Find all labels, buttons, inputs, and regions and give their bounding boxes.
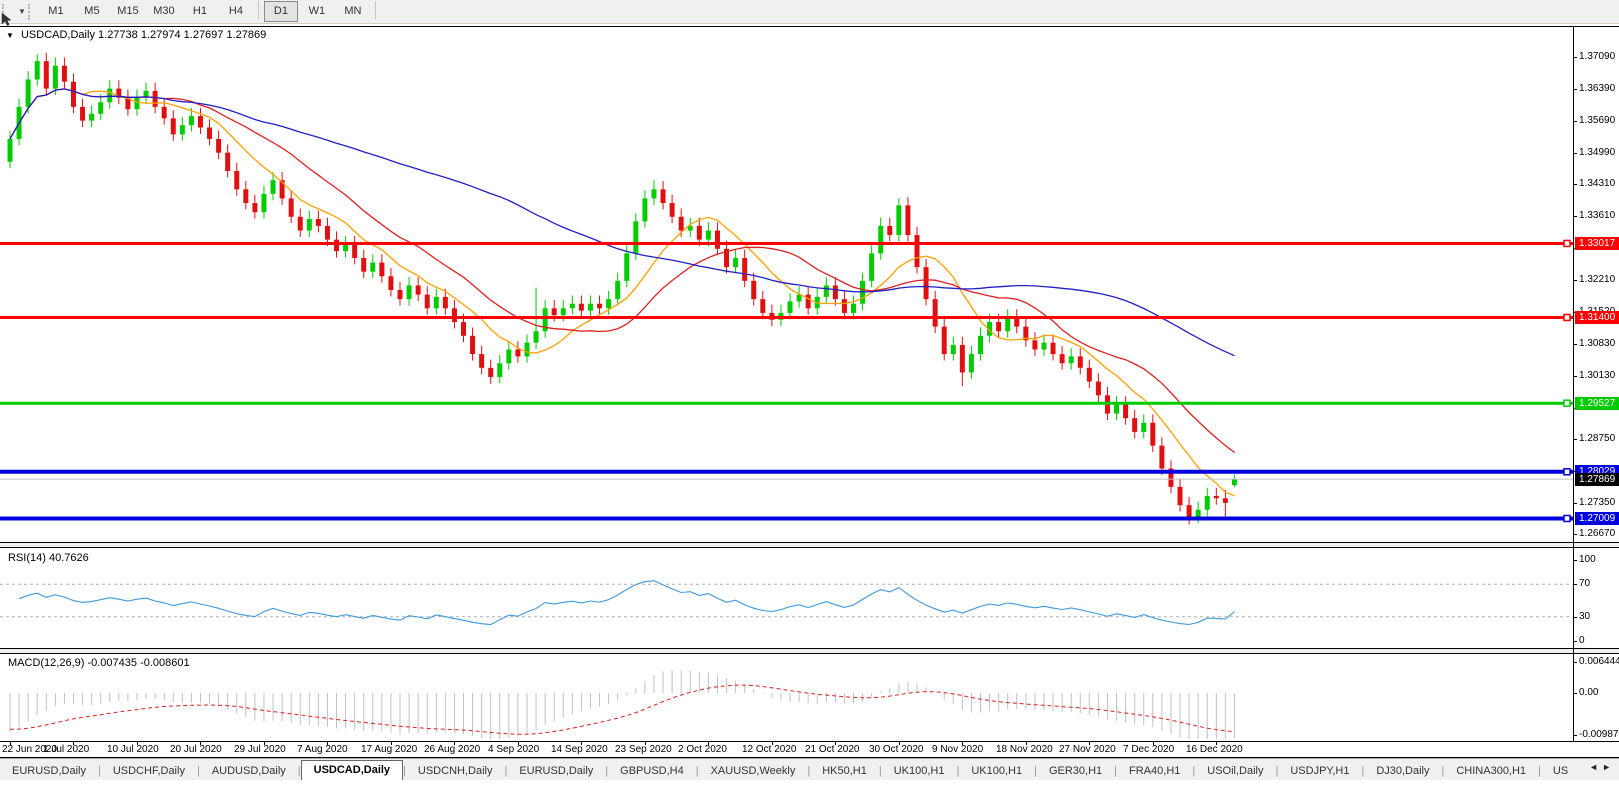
price-tick-label: 1.34310 [1579,178,1615,189]
date-tick-label: 18 Nov 2020 [996,744,1053,755]
chart-ohlc-values: 1.27738 1.27974 1.27697 1.27869 [98,29,266,41]
chart-tab-uk100-h1[interactable]: UK100,H1 [882,762,957,780]
date-tick-label: 26 Aug 2020 [424,744,480,755]
macd-tick-label: -0.00987 [1579,729,1618,740]
chart-tab-eurusd-daily[interactable]: EURUSD,Daily [0,762,98,780]
chart-tab-dj30-daily[interactable]: DJ30,Daily [1364,762,1441,780]
chart-tab-china300-h1[interactable]: CHINA300,H1 [1444,762,1538,780]
chart-tab-usoil-daily[interactable]: USOil,Daily [1195,762,1275,780]
date-tick-label: 21 Oct 2020 [805,744,859,755]
price-tick-label: 1.37090 [1579,51,1615,62]
toolbar-grip[interactable] [28,4,34,20]
macd-chart-canvas[interactable] [0,653,1573,741]
chart-tab-usdcad-daily[interactable]: USDCAD,Daily [301,760,403,780]
macd-indicator-label: MACD(12,26,9) -0.007435 -0.008601 [8,657,190,669]
timeframe-button-h1[interactable]: H1 [183,1,217,22]
candlestick-chart-canvas[interactable] [0,26,1573,542]
date-tick-label: 16 Dec 2020 [1186,744,1243,755]
timeframe-button-m1[interactable]: M1 [39,1,73,22]
rsi-chart-canvas[interactable] [0,547,1573,648]
timeframe-button-w1[interactable]: W1 [300,1,334,22]
rsi-tick-label: 100 [1579,554,1596,565]
price-tick-label: 1.35690 [1579,115,1615,126]
timeframe-button-m15[interactable]: M15 [111,1,145,22]
price-tick-label: 1.26670 [1579,528,1615,539]
date-tick-label: 23 Sep 2020 [615,744,672,755]
macd-tick-label: 0.006444 [1579,656,1619,667]
cursor-tool-button[interactable]: ▼ [16,7,26,16]
timeframe-button-mn[interactable]: MN [336,1,370,22]
price-level-badge: 1.31400 [1575,311,1619,324]
tab-scroll-arrows: ◄► [1587,760,1617,774]
chart-tab-usdcnh-daily[interactable]: USDCNH,Daily [406,762,505,780]
toolbar-separator [375,1,376,19]
rsi-indicator-label: RSI(14) 40.7626 [8,552,89,564]
price-tick-label: 1.32210 [1579,274,1615,285]
price-tick-label: 1.28750 [1579,433,1615,444]
price-level-badge: 1.33017 [1575,237,1619,250]
chart-tab-uk100-h1[interactable]: UK100,H1 [959,762,1034,780]
date-tick-label: 29 Jul 2020 [234,744,286,755]
chart-tab-hk50-h1[interactable]: HK50,H1 [810,762,879,780]
date-tick-label: 10 Jul 2020 [107,744,159,755]
price-level-badge: 1.27009 [1575,512,1619,525]
price-tick-label: 1.30130 [1579,370,1615,381]
date-tick-label: 7 Dec 2020 [1123,744,1174,755]
date-tick-label: 17 Aug 2020 [361,744,417,755]
chart-tab-fra40-h1[interactable]: FRA40,H1 [1117,762,1192,780]
timeframe-group: M1M5M15M30H1H4 D1W1MN [38,1,380,22]
timeframe-button-m5[interactable]: M5 [75,1,109,22]
date-tick-label: 9 Nov 2020 [932,744,983,755]
chevron-down-icon[interactable]: ▼ [18,7,26,16]
date-tick-label: 4 Sep 2020 [488,744,539,755]
chart-tab-bar: EURUSD,Daily|USDCHF,Daily|AUDUSD,Daily|U… [0,758,1619,780]
rsi-tick-label: 70 [1579,578,1590,589]
price-tick-label: 1.27350 [1579,497,1615,508]
date-tick-label: 14 Sep 2020 [551,744,608,755]
date-tick-label: 7 Aug 2020 [297,744,348,755]
chart-dropdown-icon[interactable]: ▼ [6,31,14,40]
price-axis-separator [1573,26,1574,741]
rsi-tick-label: 30 [1579,611,1590,622]
price-tick-label: 1.36390 [1579,83,1615,94]
tab-scroll-left-icon[interactable]: ◄ [1589,762,1602,772]
chart-tab-usdchf-daily[interactable]: USDCHF,Daily [101,762,197,780]
rsi-tick-label: 0 [1579,635,1585,646]
price-level-badge: 1.29527 [1575,397,1619,410]
chart-symbol-label: USDCAD,Daily [21,29,95,41]
date-tick-label: 12 Oct 2020 [742,744,796,755]
timeframe-button-m30[interactable]: M30 [147,1,181,22]
chart-tab-us[interactable]: US [1541,762,1580,780]
timeframe-button-h4[interactable]: H4 [219,1,253,22]
date-tick-label: 20 Jul 2020 [170,744,222,755]
price-tick-label: 1.30830 [1579,338,1615,349]
current-price-badge: 1.27869 [1575,473,1619,486]
date-tick-label: 1 Jul 2020 [43,744,89,755]
macd-tick-label: 0.00 [1579,687,1598,698]
mt4-application-window: ▼ M1M5M15M30H1H4 D1W1MN ▼ USDCAD,Daily 1.… [0,0,1619,796]
toolbar-separator [258,1,259,19]
date-tick-label: 30 Oct 2020 [869,744,923,755]
price-tick-label: 1.33610 [1579,210,1615,221]
price-tick-label: 1.34990 [1579,147,1615,158]
chart-tab-audusd-daily[interactable]: AUDUSD,Daily [200,762,298,780]
chart-tab-xauusd-weekly[interactable]: XAUUSD,Weekly [699,762,808,780]
chart-tab-usdjpy-h1[interactable]: USDJPY,H1 [1278,762,1361,780]
timeframe-button-d1[interactable]: D1 [264,1,298,22]
date-tick-label: 27 Nov 2020 [1059,744,1116,755]
chart-tab-gbpusd-h4[interactable]: GBPUSD,H4 [608,762,696,780]
chart-tab-ger30-h1[interactable]: GER30,H1 [1037,762,1114,780]
timeframe-toolbar: ▼ M1M5M15M30H1H4 D1W1MN [0,0,1619,24]
chart-title: ▼ USDCAD,Daily 1.27738 1.27974 1.27697 1… [6,29,266,41]
date-tick-label: 2 Oct 2020 [678,744,727,755]
tab-scroll-right-icon[interactable]: ► [1602,762,1615,772]
chart-tab-eurusd-daily[interactable]: EURUSD,Daily [507,762,605,780]
